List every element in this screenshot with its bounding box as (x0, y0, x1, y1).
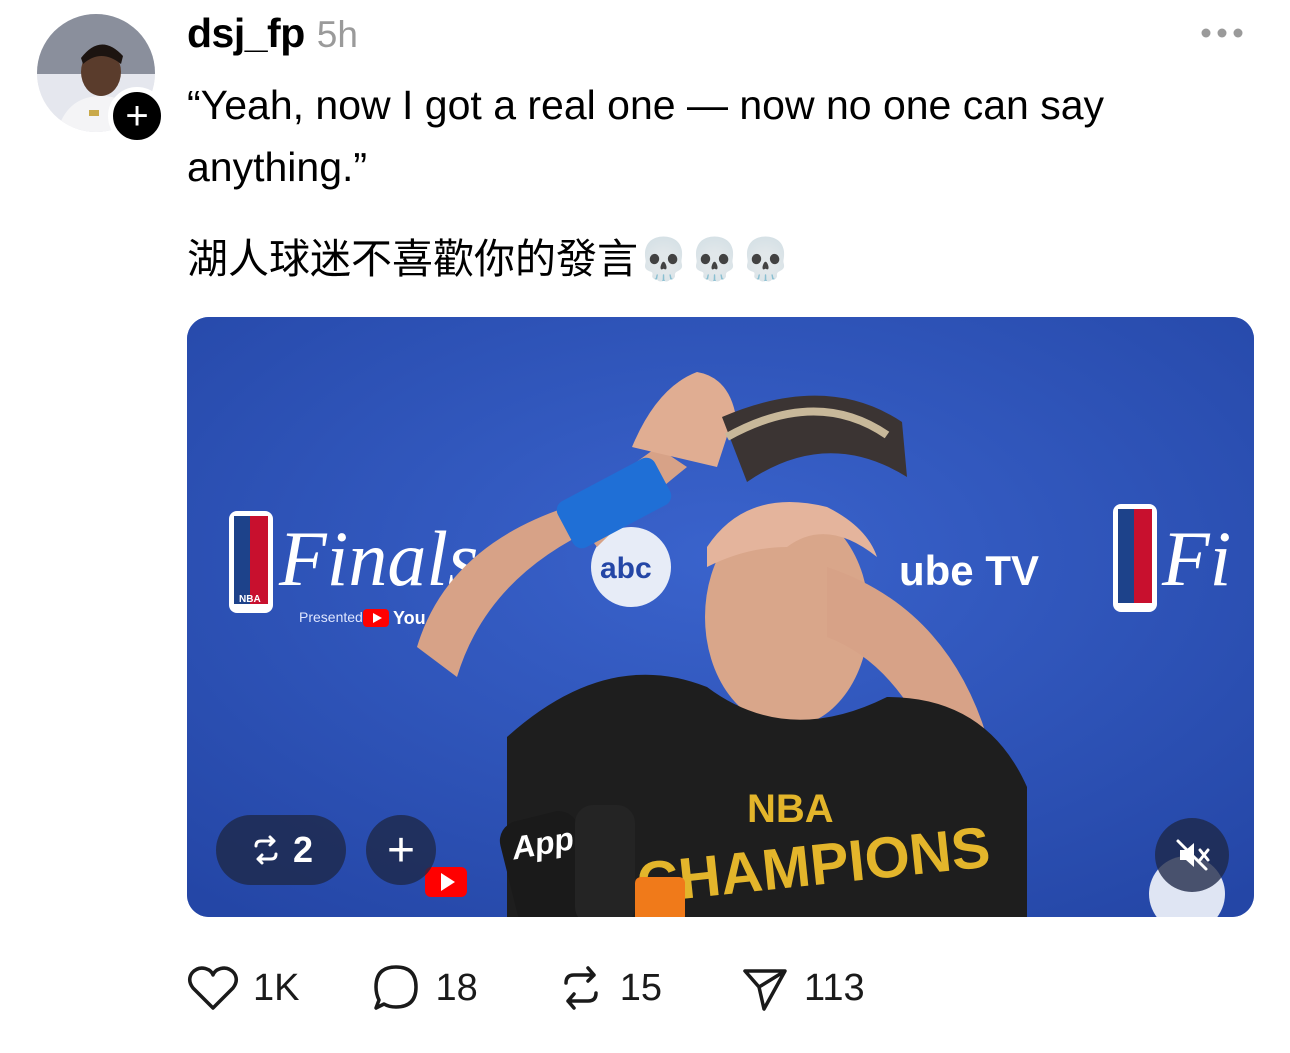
mute-toggle-button[interactable] (1155, 818, 1229, 892)
media-repost-count: 2 (292, 829, 314, 870)
follow-button[interactable]: + (108, 87, 166, 145)
like-button[interactable]: 1K (187, 964, 299, 1012)
post-time: 5h (316, 14, 358, 55)
youtube-text: You (393, 608, 426, 628)
svg-text:abc: abc (600, 552, 652, 585)
like-count: 1K (253, 966, 300, 1009)
share-count: 113 (804, 966, 865, 1009)
video-player[interactable]: NBA Finals Presented by You abc ube TV F… (187, 317, 1254, 917)
send-icon (743, 969, 787, 1011)
nba-logo-right (1113, 504, 1157, 612)
comment-count: 18 (435, 966, 478, 1009)
plus-icon: + (125, 94, 149, 138)
comment-icon (374, 965, 419, 1010)
comment-button[interactable]: 18 (371, 963, 478, 1013)
heart-icon (188, 966, 238, 1010)
post-header: dsj_fp 5h (187, 10, 358, 60)
svg-text:NBA: NBA (239, 594, 261, 605)
username[interactable]: dsj_fp (187, 10, 305, 57)
share-button[interactable]: 113 (740, 963, 865, 1013)
finals-text-right: Fi (1161, 515, 1231, 602)
media-add-button[interactable]: + (366, 815, 436, 885)
speaker-muted-icon (1176, 839, 1210, 871)
repost-count: 15 (619, 966, 663, 1009)
nba-logo-left: NBA (229, 511, 273, 613)
post-actions-bar: 1K 18 15 113 (187, 958, 865, 1018)
youtube-tv-text: ube TV (899, 547, 1039, 594)
post-text-quote: “Yeah, now I got a real one — now no one… (187, 82, 1105, 190)
media-repost-count-button[interactable]: 2 (216, 815, 346, 885)
plus-icon: + (386, 823, 416, 877)
repost-icon (564, 966, 598, 1010)
svg-text:NBA: NBA (747, 787, 834, 831)
video-frame: NBA Finals Presented by You abc ube TV F… (187, 317, 1254, 917)
ellipsis-icon[interactable] (1196, 18, 1248, 48)
repost-icon (254, 835, 278, 865)
repost-button[interactable]: 15 (556, 963, 662, 1013)
post-text-comment: 湖人球迷不喜歡你的發言💀💀💀 (187, 236, 792, 282)
